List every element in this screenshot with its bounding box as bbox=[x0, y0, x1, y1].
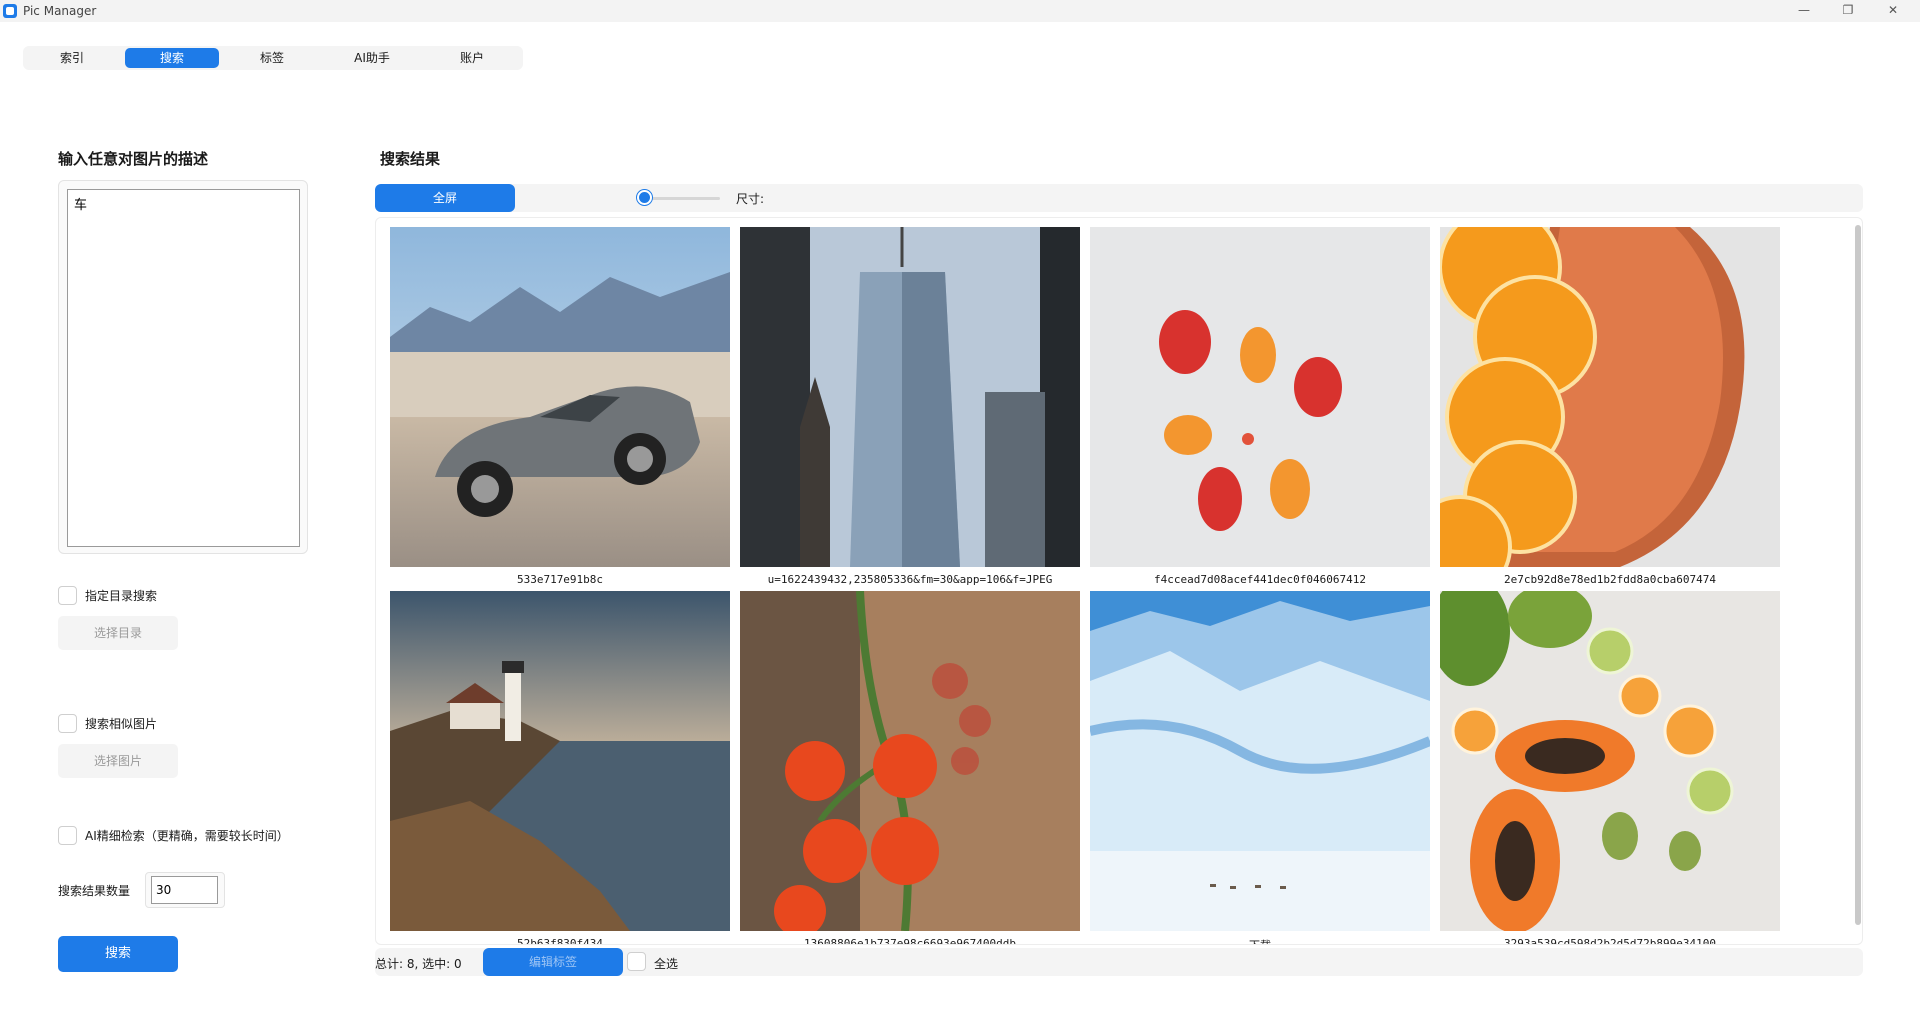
search-button[interactable]: 搜索 bbox=[58, 936, 178, 972]
choose-dir-button[interactable]: 选择目录 bbox=[58, 616, 178, 650]
snow-mountain-photo-icon[interactable] bbox=[1088, 591, 1432, 931]
image-caption: u=1622439432,235805336&fm=30&app=106&f=J… bbox=[767, 573, 1053, 586]
image-card[interactable]: f4ccead7d08acef441dec0f046067412 bbox=[1090, 227, 1430, 586]
similar-search-option[interactable]: 搜索相似图片 bbox=[58, 714, 157, 733]
image-caption: 2e7cb92d8e78ed1b2fdd8a0cba607474 bbox=[1504, 573, 1716, 586]
size-slider-track[interactable] bbox=[640, 197, 720, 200]
tab-search[interactable]: 搜索 bbox=[125, 48, 219, 68]
image-card[interactable]: 下载 bbox=[1088, 591, 1432, 944]
results-toolbar bbox=[375, 184, 1863, 212]
dir-search-checkbox[interactable] bbox=[58, 586, 77, 605]
close-button[interactable]: ✕ bbox=[1873, 0, 1913, 22]
description-heading: 输入任意对图片的描述 bbox=[58, 150, 209, 168]
strawberry-orange-photo-icon[interactable] bbox=[1090, 227, 1430, 567]
edit-tags-button[interactable]: 编辑标签 bbox=[483, 948, 623, 976]
image-caption: f4ccead7d08acef441dec0f046067412 bbox=[1154, 573, 1366, 586]
fullscreen-button[interactable]: 全屏 bbox=[375, 184, 515, 212]
results-scrollbar[interactable] bbox=[1855, 225, 1861, 925]
window-title: Pic Manager bbox=[23, 4, 97, 18]
tab-tags[interactable]: 标签 bbox=[225, 48, 319, 68]
image-card[interactable]: 2e7cb92d8e78ed1b2fdd8a0cba607474 bbox=[1408, 218, 1780, 599]
dir-search-label: 指定目录搜索 bbox=[85, 589, 158, 603]
similar-search-checkbox[interactable] bbox=[58, 714, 77, 733]
image-card[interactable]: 3293a539cd598d2b2d5d72b899e34100 bbox=[1430, 576, 1780, 945]
image-caption: 3293a539cd598d2b2d5d72b899e34100 bbox=[1504, 937, 1716, 945]
selection-stats: 总计: 8, 选中: 0 bbox=[375, 957, 462, 971]
lighthouse-photo-icon[interactable] bbox=[390, 591, 730, 931]
car-photo-icon[interactable] bbox=[390, 227, 730, 567]
select-all-checkbox[interactable] bbox=[627, 952, 646, 971]
ai-refine-label: AI精细检索（更精确，需要较长时间） bbox=[85, 829, 289, 843]
size-slider-handle[interactable] bbox=[637, 190, 652, 205]
ai-refine-option[interactable]: AI精细检索（更精确，需要较长时间） bbox=[58, 826, 289, 845]
tab-ai-assistant[interactable]: AI助手 bbox=[325, 48, 419, 68]
result-count-label: 搜索结果数量 bbox=[58, 884, 131, 898]
image-caption: 下载 bbox=[1090, 937, 1430, 944]
result-count-wrapper bbox=[145, 872, 225, 908]
select-all-label: 全选 bbox=[654, 957, 679, 971]
ai-refine-checkbox[interactable] bbox=[58, 826, 77, 845]
tab-index[interactable]: 索引 bbox=[25, 48, 119, 68]
orange-slices-photo-icon[interactable] bbox=[1408, 218, 1780, 599]
maximize-button[interactable]: ❐ bbox=[1828, 0, 1868, 22]
main-tabs: 索引 搜索 标签 AI助手 账户 bbox=[23, 46, 523, 70]
image-caption: 533e717e91b8c bbox=[516, 573, 604, 586]
image-card[interactable]: 52b63f830f434 bbox=[390, 591, 730, 945]
image-caption: 52b63f830f434 bbox=[516, 937, 604, 945]
results-grid: 533e717e91b8c u=1622439432,235805336&fm=… bbox=[375, 217, 1863, 945]
tab-account[interactable]: 账户 bbox=[425, 48, 519, 68]
results-heading: 搜索结果 bbox=[380, 150, 441, 168]
minimize-button[interactable]: — bbox=[1784, 0, 1824, 22]
description-input[interactable]: 车 bbox=[67, 189, 300, 547]
image-card[interactable]: 13608806e1b737e98c6693e967400ddb bbox=[740, 590, 1080, 945]
tomato-photo-icon[interactable] bbox=[740, 590, 1080, 937]
dir-search-option[interactable]: 指定目录搜索 bbox=[58, 586, 157, 605]
papaya-fruit-photo-icon[interactable] bbox=[1430, 576, 1780, 933]
title-bar: Pic Manager — ❐ ✕ bbox=[0, 0, 1920, 22]
image-card[interactable]: 533e717e91b8c bbox=[390, 227, 730, 586]
similar-search-label: 搜索相似图片 bbox=[85, 717, 158, 731]
size-label: 尺寸: bbox=[736, 192, 765, 206]
result-count-input[interactable] bbox=[151, 876, 218, 904]
app-icon bbox=[3, 4, 17, 18]
image-caption: 13608806e1b737e98c6693e967400ddb bbox=[804, 937, 1016, 945]
choose-image-button[interactable]: 选择图片 bbox=[58, 744, 178, 778]
image-card[interactable]: u=1622439432,235805336&fm=30&app=106&f=J… bbox=[740, 227, 1080, 586]
skyscraper-photo-icon[interactable] bbox=[740, 227, 1080, 567]
description-panel: 车 bbox=[58, 180, 308, 554]
